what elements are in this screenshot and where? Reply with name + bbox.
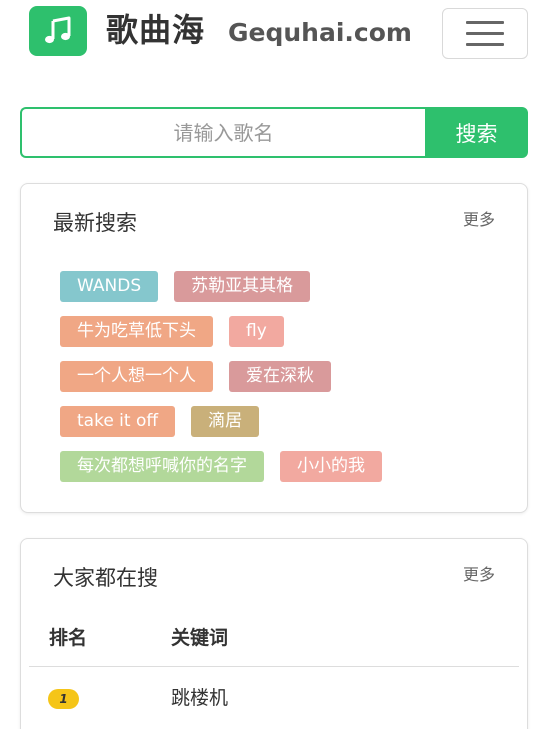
search-tag[interactable]: fly bbox=[229, 316, 284, 347]
search-input[interactable] bbox=[20, 107, 425, 158]
search-tag[interactable]: take it off bbox=[60, 406, 176, 437]
hot-search-card: 大家都在搜 更多 排名 关键词 1 跳楼机 bbox=[20, 538, 528, 729]
search-bar: 搜索 bbox=[20, 107, 528, 158]
search-tag[interactable]: 苏勒亚其其格 bbox=[174, 271, 311, 302]
column-header-rank: 排名 bbox=[49, 627, 88, 649]
card-title: 大家都在搜 bbox=[53, 566, 158, 590]
menu-bar bbox=[466, 21, 504, 24]
column-header-keyword: 关键词 bbox=[171, 627, 229, 649]
tag-row: 牛为吃草低下头 fly bbox=[60, 316, 500, 347]
tag-row: take it off 滴居 bbox=[60, 406, 500, 437]
site-name[interactable]: 歌曲海 bbox=[106, 8, 205, 52]
table-row[interactable]: 1 跳楼机 bbox=[29, 679, 519, 719]
tag-row: 每次都想呼喊你的名字 小小的我 bbox=[60, 451, 500, 482]
latest-search-card: 最新搜索 更多 WANDS 苏勒亚其其格牛为吃草低下头 fly 一个人想一个人 爱在深秋… bbox=[20, 183, 528, 513]
rank-badge: 1 bbox=[48, 689, 79, 709]
search-tag[interactable]: 小小的我 bbox=[280, 451, 382, 482]
search-tag[interactable]: WANDS bbox=[60, 271, 159, 302]
search-tag[interactable]: 滴居 bbox=[191, 406, 260, 437]
card-title: 最新搜索 bbox=[53, 211, 137, 235]
keyword-link[interactable]: 跳楼机 bbox=[171, 683, 228, 710]
hamburger-menu-icon[interactable] bbox=[442, 8, 528, 59]
tag-list: WANDS 苏勒亚其其格牛为吃草低下头 fly 一个人想一个人 爱在深秋 take it … bbox=[60, 271, 500, 496]
menu-bar bbox=[466, 43, 504, 46]
site-domain[interactable]: Gequhai.com bbox=[228, 16, 412, 50]
tag-row: WANDS 苏勒亚其其格 bbox=[60, 271, 500, 302]
search-tag[interactable]: 每次都想呼喊你的名字 bbox=[60, 451, 264, 482]
menu-bar bbox=[466, 32, 504, 35]
search-tag[interactable]: 一个人想一个人 bbox=[60, 361, 213, 392]
site-header: 歌曲海 Gequhai.com bbox=[0, 0, 547, 66]
search-button[interactable]: 搜索 bbox=[425, 107, 528, 158]
music-note-icon[interactable] bbox=[29, 6, 87, 56]
tag-row: 一个人想一个人 爱在深秋 bbox=[60, 361, 500, 392]
more-link[interactable]: 更多 bbox=[463, 563, 495, 587]
music-note-glyph bbox=[45, 16, 71, 44]
table-header: 排名 关键词 bbox=[29, 619, 519, 667]
more-link[interactable]: 更多 bbox=[463, 208, 495, 232]
search-tag[interactable]: 爱在深秋 bbox=[229, 361, 331, 392]
search-tag[interactable]: 牛为吃草低下头 bbox=[60, 316, 213, 347]
